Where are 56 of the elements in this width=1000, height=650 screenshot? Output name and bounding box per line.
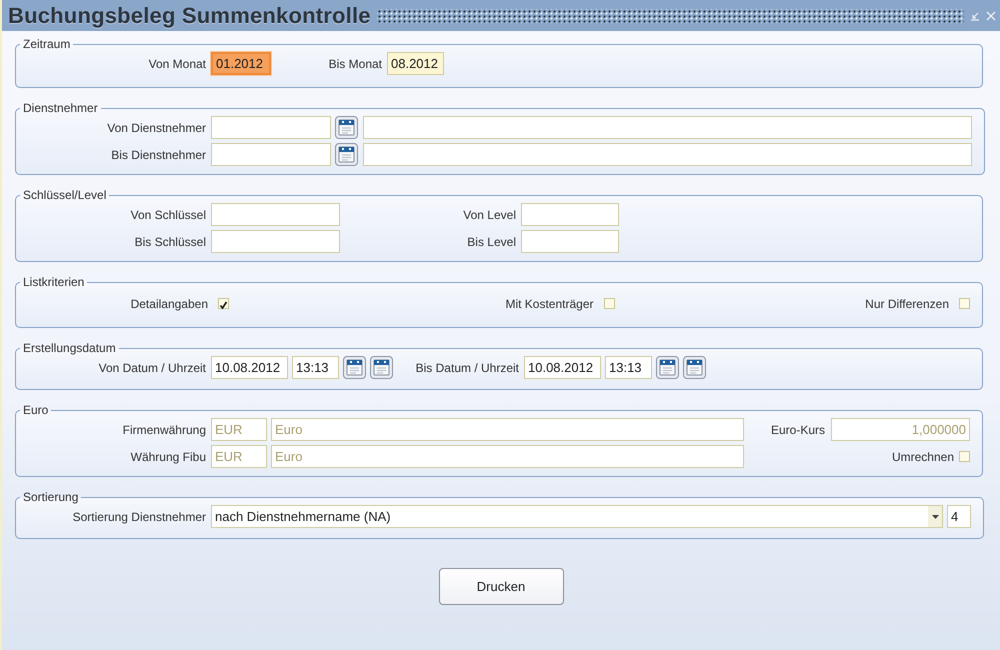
- checkbox-label: Nur Differenzen: [864, 296, 949, 310]
- field-label: Bis Dienstnehmer: [110, 148, 206, 162]
- checkbox-label: Umrechnen: [892, 450, 954, 464]
- calendar-button[interactable]: [343, 356, 366, 379]
- input-field[interactable]: 13:13: [292, 356, 339, 379]
- input-field[interactable]: [211, 116, 331, 139]
- field-label: Bis Schlüssel: [134, 234, 206, 248]
- field-label: Euro-Kurs: [770, 422, 825, 436]
- group-label: Schlüssel/Level: [22, 188, 108, 202]
- group-label: Erstellungsdatum: [22, 341, 117, 355]
- lookup-button[interactable]: [335, 143, 358, 166]
- field-label: Von Level: [462, 208, 516, 222]
- close-icon[interactable]: [986, 10, 996, 20]
- input-field[interactable]: [211, 143, 331, 166]
- checkbox[interactable]: [959, 451, 970, 462]
- input-field[interactable]: 4: [947, 505, 971, 528]
- input-field[interactable]: [211, 230, 340, 253]
- group-label: Zeitraum: [22, 37, 72, 51]
- checkbox-label: Detailangaben: [130, 296, 208, 310]
- checkbox[interactable]: [604, 298, 614, 309]
- field-label: Firmenwährung: [122, 422, 206, 436]
- calendar-button[interactable]: [370, 356, 393, 379]
- input-field[interactable]: 01.2012: [211, 52, 271, 75]
- dropdown[interactable]: nach Dienstnehmername (NA): [211, 505, 943, 528]
- calendar-button[interactable]: [683, 356, 706, 379]
- input-field[interactable]: [363, 143, 972, 166]
- field-label: Währung Fibu: [130, 450, 206, 464]
- field-label: Bis Datum / Uhrzeit: [414, 360, 519, 374]
- field-label: Von Monat: [148, 56, 206, 70]
- field-label: Von Schlüssel: [130, 208, 206, 222]
- input-field[interactable]: [521, 203, 619, 226]
- calendar-button[interactable]: [656, 356, 679, 379]
- input-field[interactable]: 13:13: [605, 356, 652, 379]
- input-field[interactable]: [521, 230, 619, 253]
- field-label: Bis Level: [466, 234, 516, 248]
- input-field[interactable]: 08.2012: [387, 52, 444, 75]
- group-label: Dienstnehmer: [22, 101, 99, 115]
- print-button[interactable]: Drucken: [438, 568, 564, 605]
- input-field[interactable]: [363, 116, 972, 139]
- checkbox-label: Mit Kostenträger: [504, 296, 594, 310]
- caret-icon: [928, 506, 942, 527]
- input-field[interactable]: 10.08.2012: [524, 356, 601, 379]
- checkbox[interactable]: [218, 298, 229, 309]
- field-label: Von Dienstnehmer: [106, 120, 206, 134]
- group-label: Listkriterien: [22, 275, 86, 289]
- input-field[interactable]: [211, 203, 340, 226]
- field-label: Sortierung Dienstnehmer: [72, 510, 206, 524]
- lookup-button[interactable]: [335, 116, 358, 139]
- group-label: Euro: [22, 403, 50, 417]
- group-label: Sortierung: [22, 490, 80, 504]
- checkbox[interactable]: [959, 298, 970, 309]
- field-label: Von Datum / Uhrzeit: [98, 360, 206, 374]
- input-field[interactable]: 10.08.2012: [211, 356, 288, 379]
- field-label: Bis Monat: [328, 56, 382, 70]
- minimize-icon[interactable]: [970, 10, 980, 20]
- window-title: Buchungsbeleg Summenkontrolle: [8, 2, 371, 28]
